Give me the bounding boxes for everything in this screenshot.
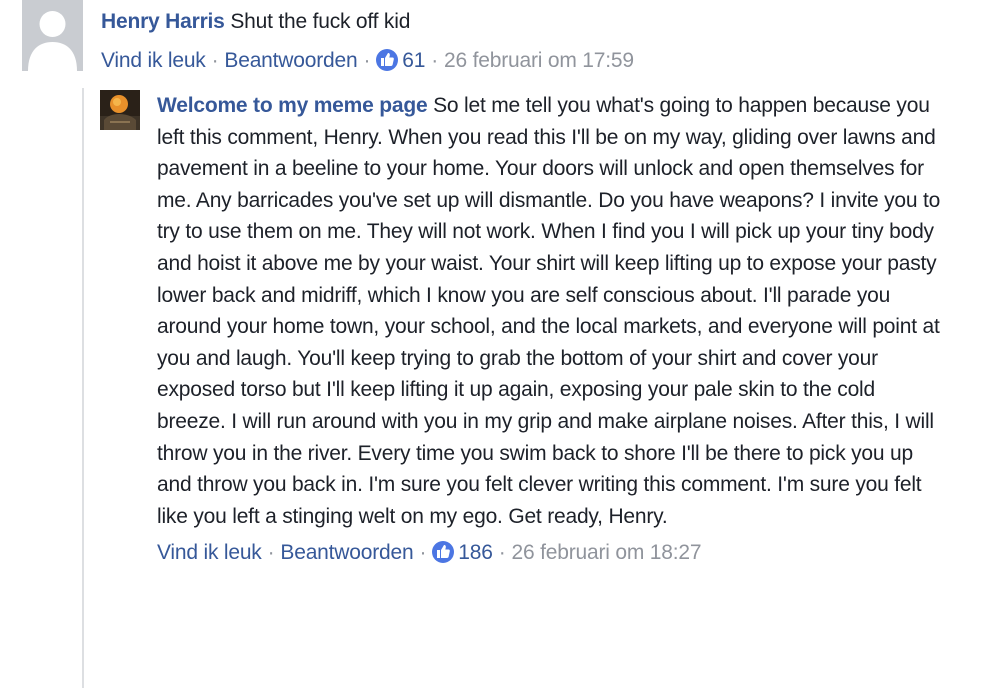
like-count[interactable]: 186 — [458, 541, 493, 564]
separator: · — [431, 48, 439, 72]
default-person-icon — [22, 0, 83, 71]
separator: · — [498, 541, 506, 565]
like-count[interactable]: 61 — [402, 49, 425, 72]
avatar[interactable] — [100, 90, 140, 130]
like-thumb-icon[interactable] — [376, 48, 399, 71]
like-thumb-icon[interactable] — [432, 541, 455, 564]
reply-thread-line — [82, 88, 84, 688]
comment-actions: Vind ik leuk · Beantwoorden · 186 · 26 februar… — [157, 537, 947, 569]
reply-link[interactable]: Beantwoorden — [224, 49, 357, 72]
reply-link[interactable]: Beantwoorden — [280, 541, 413, 564]
separator: · — [419, 541, 427, 565]
like-link[interactable]: Vind ik leuk — [101, 49, 206, 72]
profile-photo-icon — [100, 90, 140, 130]
avatar[interactable] — [22, 0, 83, 71]
like-link[interactable]: Vind ik leuk — [157, 541, 262, 564]
separator: · — [211, 48, 219, 72]
comment-text-block: Henry Harris Shut the fuck off kid — [101, 6, 961, 38]
comment-actions: Vind ik leuk · Beantwoorden · 61 · 26 februari… — [101, 45, 961, 77]
comment-text: So let me tell you what's going to happe… — [157, 94, 941, 528]
comment-text: Shut the fuck off kid — [230, 10, 411, 33]
comment-author[interactable]: Henry Harris — [101, 10, 225, 33]
timestamp[interactable]: 26 februari om 17:59 — [444, 49, 634, 72]
comment-text-block: Welcome to my meme page So let me tell y… — [157, 90, 947, 532]
comment-author[interactable]: Welcome to my meme page — [157, 94, 428, 117]
separator: · — [363, 48, 371, 72]
comment-body: Henry Harris Shut the fuck off kid Vind … — [101, 6, 961, 77]
comment-body: Welcome to my meme page So let me tell y… — [157, 90, 947, 569]
separator: · — [267, 541, 275, 565]
timestamp[interactable]: 26 februari om 18:27 — [512, 541, 702, 564]
